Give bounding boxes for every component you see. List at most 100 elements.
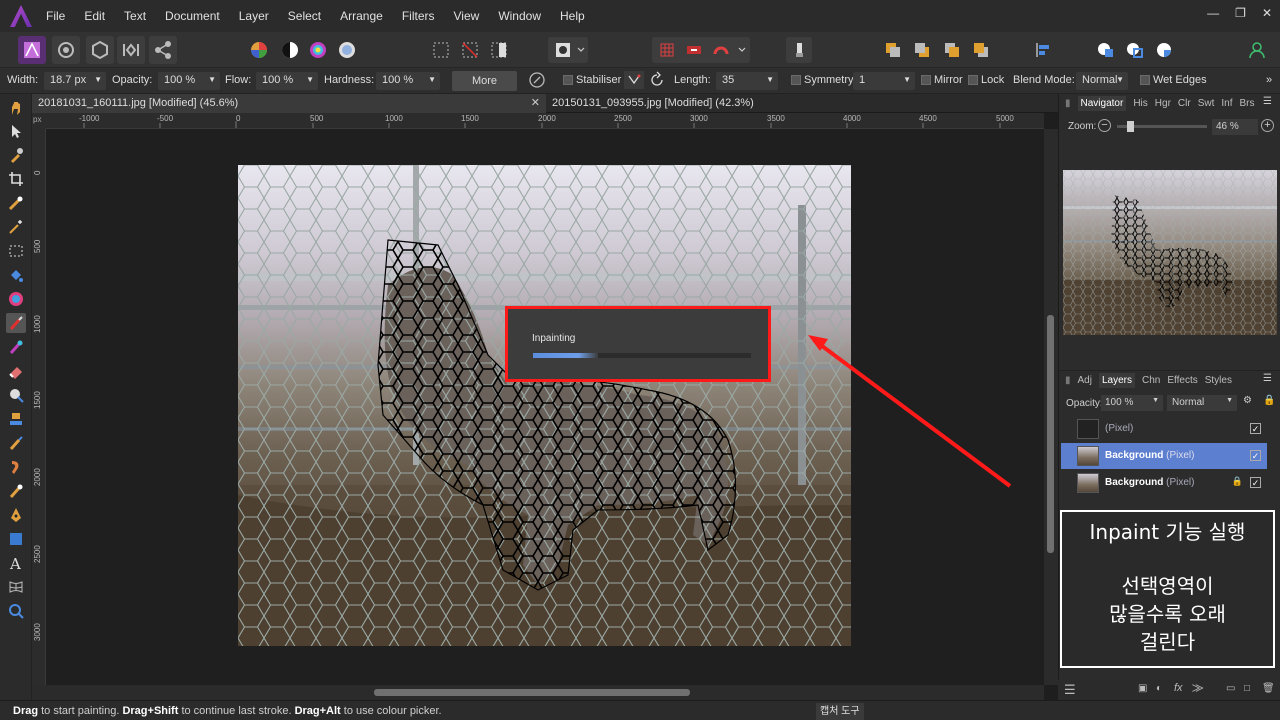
tab-effects[interactable]: Effects	[1167, 375, 1197, 386]
stabiliser-checkbox[interactable]	[563, 75, 573, 85]
flow-field[interactable]: 100 % ▼	[256, 72, 318, 90]
color-picker-tool-icon[interactable]	[6, 145, 26, 165]
tab-info[interactable]: Inf	[1221, 98, 1232, 109]
zoom-slider-handle[interactable]	[1127, 121, 1134, 132]
selection-brush-tool-icon[interactable]	[6, 193, 26, 213]
mirror-checkbox[interactable]	[921, 75, 931, 85]
tab-histogram[interactable]: Hgr	[1155, 98, 1171, 109]
restore-icon[interactable]: ❐	[1235, 6, 1246, 20]
flood-fill-tool-icon[interactable]	[6, 265, 26, 285]
document-tab[interactable]: 20181031_160111.jpg [Modified] (45.6%) ✕	[32, 94, 546, 113]
levels-icon[interactable]	[277, 37, 303, 63]
length-field[interactable]: 35 ▼	[716, 72, 778, 90]
tab-history[interactable]: His	[1133, 98, 1147, 109]
marquee-select-icon[interactable]	[428, 37, 454, 63]
boolean-subtract-icon[interactable]	[1122, 37, 1148, 63]
deselect-icon[interactable]	[457, 37, 483, 63]
width-field[interactable]: 18.7 px ▼	[44, 72, 106, 90]
layer-lock-icon[interactable]: 🔒	[1263, 395, 1275, 406]
gradient-tool-icon[interactable]	[6, 289, 26, 309]
hardness-field[interactable]: 100 % ▼	[376, 72, 440, 90]
tab-layers[interactable]: Layers	[1098, 373, 1135, 388]
pressure-icon[interactable]	[528, 71, 546, 92]
zoom-value[interactable]: 46 %	[1212, 119, 1258, 135]
close-tab-icon[interactable]: ✕	[531, 94, 540, 112]
erase-tool-icon[interactable]	[6, 361, 26, 381]
marquee-tool-icon[interactable]	[6, 241, 26, 261]
vertical-scroll-thumb[interactable]	[1047, 315, 1054, 553]
tab-adjustments[interactable]: Adj	[1078, 375, 1092, 386]
menu-file[interactable]: File	[46, 9, 65, 23]
menu-layer[interactable]: Layer	[239, 9, 269, 23]
tone-mapping-persona-icon[interactable]	[117, 36, 145, 64]
layer-locked-icon[interactable]: 🔒	[1232, 476, 1243, 487]
layer-settings-gear-icon[interactable]: ⚙	[1243, 395, 1252, 406]
magic-wand-tool-icon[interactable]	[6, 217, 26, 237]
rope-mode-icon[interactable]	[624, 71, 644, 89]
quick-mask-icon[interactable]	[548, 37, 588, 63]
text-tool-icon[interactable]: A	[6, 553, 26, 573]
clone-tool-icon[interactable]	[6, 409, 26, 429]
zoom-in-icon[interactable]: +	[1261, 119, 1274, 132]
mesh-warp-tool-icon[interactable]	[6, 577, 26, 597]
add-layer-icon[interactable]: □	[1244, 683, 1250, 694]
menu-view[interactable]: View	[454, 9, 480, 23]
navigator-thumbnail[interactable]	[1063, 170, 1277, 335]
blur-brush-tool-icon[interactable]	[6, 433, 26, 453]
order-forward-icon[interactable]	[939, 37, 965, 63]
brush-tip-icon[interactable]	[786, 37, 812, 63]
horizontal-scroll-thumb[interactable]	[374, 689, 690, 696]
menu-window[interactable]: Window	[498, 9, 541, 23]
tab-brushes[interactable]: Brs	[1239, 98, 1254, 109]
opacity-field[interactable]: 100 % ▼	[158, 72, 220, 90]
layer-blend-dropdown[interactable]: Normal ▼	[1167, 395, 1237, 411]
fx-icon[interactable]: fx	[1174, 682, 1183, 694]
wet-edges-checkbox[interactable]	[1140, 75, 1150, 85]
menu-filters[interactable]: Filters	[402, 9, 435, 23]
smudge-tool-icon[interactable]	[6, 457, 26, 477]
move-tool-icon[interactable]	[6, 121, 26, 141]
menu-arrange[interactable]: Arrange	[340, 9, 383, 23]
color-replacement-tool-icon[interactable]	[6, 337, 26, 357]
layer-opacity-field[interactable]: 100 % ▼	[1101, 395, 1163, 411]
group-folder-icon[interactable]: ▭	[1226, 683, 1235, 694]
document-tab[interactable]: 20150131_093955.jpg [Modified] (42.3%)	[546, 94, 1058, 113]
photo-persona-icon[interactable]	[18, 36, 46, 64]
horizontal-scrollbar[interactable]	[32, 685, 1044, 700]
canvas-area[interactable]: Inpainting	[46, 129, 1044, 685]
hsl-icon[interactable]	[246, 37, 272, 63]
window-mode-icon[interactable]	[648, 71, 666, 92]
layer-row[interactable]: Background (Pixel) ✓	[1061, 443, 1267, 469]
menu-help[interactable]: Help	[560, 9, 585, 23]
lock-checkbox[interactable]	[968, 75, 978, 85]
vertical-scrollbar[interactable]	[1044, 129, 1058, 685]
more-button[interactable]: More	[452, 71, 517, 91]
document-photo[interactable]	[238, 165, 851, 646]
order-front-icon[interactable]	[968, 37, 994, 63]
white-balance-icon[interactable]	[334, 37, 360, 63]
tab-navigator[interactable]: Navigator	[1077, 95, 1127, 111]
mask-icon[interactable]: ▣	[1138, 683, 1147, 694]
menu-document[interactable]: Document	[165, 9, 220, 23]
layer-row[interactable]: Background (Pixel) 🔒 ✓	[1061, 470, 1267, 496]
layer-visibility-checkbox[interactable]: ✓	[1250, 423, 1261, 434]
menu-text[interactable]: Text	[124, 9, 146, 23]
liquify-persona-icon[interactable]	[52, 36, 80, 64]
layer-visibility-checkbox[interactable]: ✓	[1250, 450, 1261, 461]
inpainting-tool-icon[interactable]	[6, 481, 26, 501]
overflow-chevron-icon[interactable]: »	[1266, 74, 1272, 86]
minimize-icon[interactable]: —	[1207, 6, 1219, 20]
close-icon[interactable]: ✕	[1262, 6, 1272, 20]
order-backward-icon[interactable]	[909, 37, 935, 63]
symmetry-field[interactable]: 1 ▼	[853, 72, 915, 90]
live-filter-icon[interactable]: ⨠	[1192, 683, 1204, 694]
tab-swatches[interactable]: Swt	[1198, 98, 1215, 109]
dodge-tool-icon[interactable]	[6, 385, 26, 405]
menu-select[interactable]: Select	[288, 9, 321, 23]
boolean-intersect-icon[interactable]	[1152, 37, 1178, 63]
color-balance-icon[interactable]	[305, 37, 331, 63]
layers-panel-menu-icon[interactable]: ☰	[1263, 373, 1272, 384]
tab-styles[interactable]: Styles	[1205, 375, 1232, 386]
order-back-icon[interactable]	[880, 37, 906, 63]
paint-brush-tool-icon[interactable]	[6, 313, 26, 333]
